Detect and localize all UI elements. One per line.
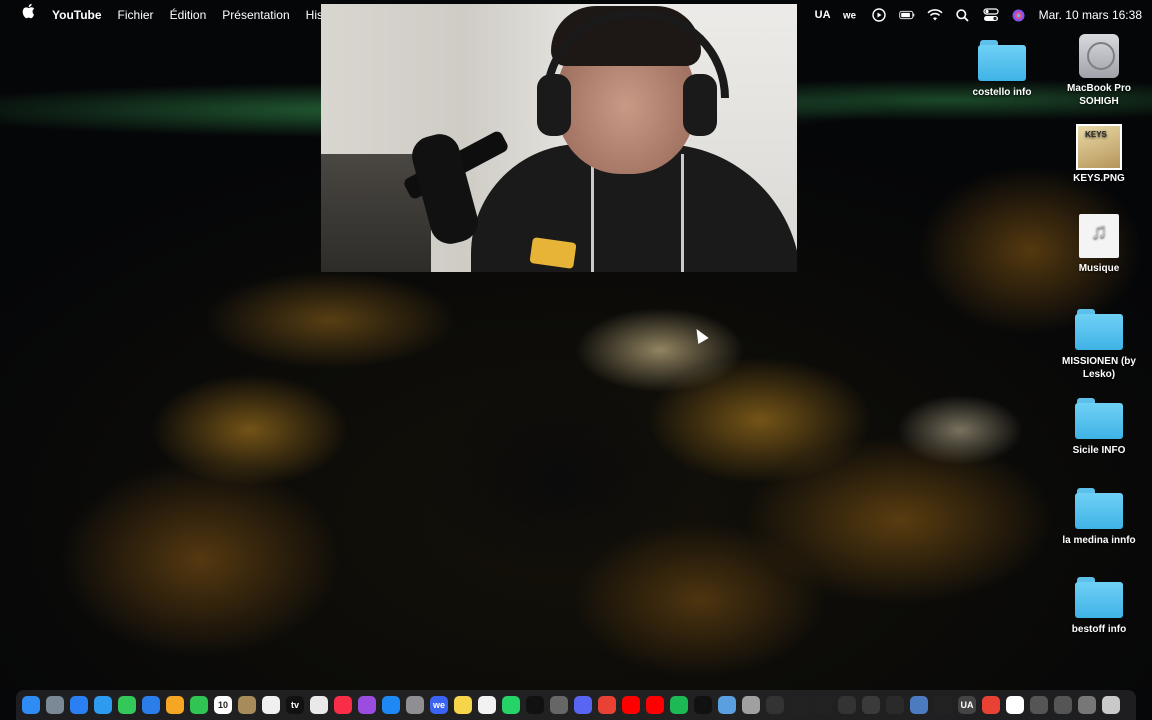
chatgpt-icon[interactable] [550, 696, 568, 714]
shazam-icon[interactable] [790, 696, 808, 714]
folder-icon [1073, 486, 1125, 530]
final-cut-icon[interactable] [838, 696, 856, 714]
disk-utility-icon[interactable] [742, 696, 760, 714]
menu-bar-clock[interactable]: Mar. 10 mars 16:38 [1039, 8, 1142, 22]
desktop-icon-label: la medina innfo [1062, 535, 1136, 546]
desktop-folder-la-medina[interactable]: la medina innfo [1051, 486, 1147, 547]
menu-presentation[interactable]: Présentation [214, 0, 297, 30]
desktop-folder-costello-info[interactable]: costello info [954, 38, 1050, 99]
window-thumb-3-icon[interactable] [1078, 696, 1096, 714]
webcam-overlay [321, 4, 797, 272]
discord-icon[interactable] [574, 696, 592, 714]
music-icon[interactable] [334, 696, 352, 714]
app-store-icon[interactable] [70, 696, 88, 714]
desktop-icon-label: bestoff info [1071, 624, 1127, 635]
spotify-icon[interactable] [670, 696, 688, 714]
wavve-icon[interactable] [814, 696, 832, 714]
ukraine-vpn-icon[interactable]: UA [958, 696, 976, 714]
launchpad-icon[interactable] [46, 696, 64, 714]
webcam-background-shelf [321, 154, 431, 272]
app-store-alt-icon[interactable] [382, 696, 400, 714]
desktop-file-keys-png[interactable]: KEYS KEYS.PNG [1051, 124, 1147, 185]
calendar-icon[interactable]: 10 [214, 696, 232, 714]
folder-icon [1073, 575, 1125, 619]
folder-icon [1073, 396, 1125, 440]
apple-icon [22, 3, 35, 19]
dock: 10 tv we UA [16, 690, 1136, 720]
game-icon[interactable] [886, 696, 904, 714]
siri-icon[interactable] [1011, 8, 1027, 22]
logic-icon[interactable] [862, 696, 880, 714]
headphones-right-cup [683, 74, 717, 136]
whatsapp-icon[interactable] [502, 696, 520, 714]
safari-icon[interactable] [94, 696, 112, 714]
wetransfer-icon[interactable]: we [843, 8, 859, 22]
terminal-icon[interactable] [934, 696, 952, 714]
mail-alt-icon[interactable] [310, 696, 328, 714]
jacket-stripe [681, 154, 684, 272]
desktop-folder-missionen[interactable]: MISSIONEN (by Lesko) [1051, 307, 1147, 381]
wifi-icon[interactable] [927, 8, 943, 22]
apple-menu[interactable] [14, 0, 44, 30]
desktop-drive-macbook-pro[interactable]: MacBook Pro SOHIGH [1051, 34, 1147, 108]
mail-icon[interactable] [142, 696, 160, 714]
music-file-icon: ♫ [1073, 214, 1125, 258]
desktop-icon-label: Musique [1078, 263, 1120, 274]
chrome-alt-icon[interactable] [982, 696, 1000, 714]
desktop-file-musique[interactable]: ♫ Musique [1051, 214, 1147, 275]
desktop-icon-label: Sicile INFO [1072, 445, 1126, 456]
battery-icon[interactable] [898, 8, 915, 22]
preview-icon[interactable] [718, 696, 736, 714]
keyboard-layout-indicator[interactable]: UA [815, 8, 831, 22]
apple-tv-icon[interactable]: tv [286, 696, 304, 714]
reminders-icon[interactable] [262, 696, 280, 714]
desktop-icon-label: costello info [972, 87, 1032, 98]
folder-icon [1073, 307, 1125, 351]
control-center-icon[interactable] [983, 8, 999, 22]
desktop-folder-sicile-info[interactable]: Sicile INFO [1051, 396, 1147, 457]
activity-monitor-icon[interactable] [766, 696, 784, 714]
finder-icon[interactable] [22, 696, 40, 714]
play-circle-icon[interactable] [871, 8, 887, 22]
notes-alt-icon[interactable] [454, 696, 472, 714]
youtube-icon[interactable] [622, 696, 640, 714]
svg-text:we: we [843, 11, 857, 21]
tiktok-icon[interactable] [526, 696, 544, 714]
menu-app-name[interactable]: YouTube [44, 0, 110, 30]
photos-icon[interactable] [166, 696, 184, 714]
podcasts-icon[interactable] [358, 696, 376, 714]
chrome-icon[interactable] [598, 696, 616, 714]
folder-icon [976, 38, 1028, 82]
search-icon[interactable] [955, 8, 971, 22]
messages-icon[interactable] [118, 696, 136, 714]
desktop-folder-bestoff-info[interactable]: bestoff info [1051, 575, 1147, 636]
headphones-left-cup [537, 74, 571, 136]
image-thumbnail-icon: KEYS [1073, 124, 1125, 170]
desktop-icon-label: KEYS.PNG [1073, 173, 1125, 184]
system-settings-icon[interactable] [406, 696, 424, 714]
desktop-icon-label: MISSIONEN (by Lesko) [1062, 356, 1136, 380]
document-icon[interactable] [1006, 696, 1024, 714]
window-thumb-icon[interactable] [1030, 696, 1048, 714]
facetime-icon[interactable] [190, 696, 208, 714]
wetransfer-dock-icon[interactable]: we [430, 696, 448, 714]
window-thumb-2-icon[interactable] [1054, 696, 1072, 714]
capcut-icon[interactable] [694, 696, 712, 714]
jacket-stripe [591, 154, 594, 272]
youtube-music-icon[interactable] [646, 696, 664, 714]
notes-icon[interactable] [238, 696, 256, 714]
quicktime-icon[interactable] [910, 696, 928, 714]
menu-edition[interactable]: Édition [162, 0, 215, 30]
menu-fichier[interactable]: Fichier [110, 0, 162, 30]
trash-icon[interactable] [1102, 696, 1120, 714]
desktop-icon-label: MacBook Pro SOHIGH [1067, 83, 1131, 107]
textedit-icon[interactable] [478, 696, 496, 714]
hard-drive-icon [1073, 34, 1125, 78]
